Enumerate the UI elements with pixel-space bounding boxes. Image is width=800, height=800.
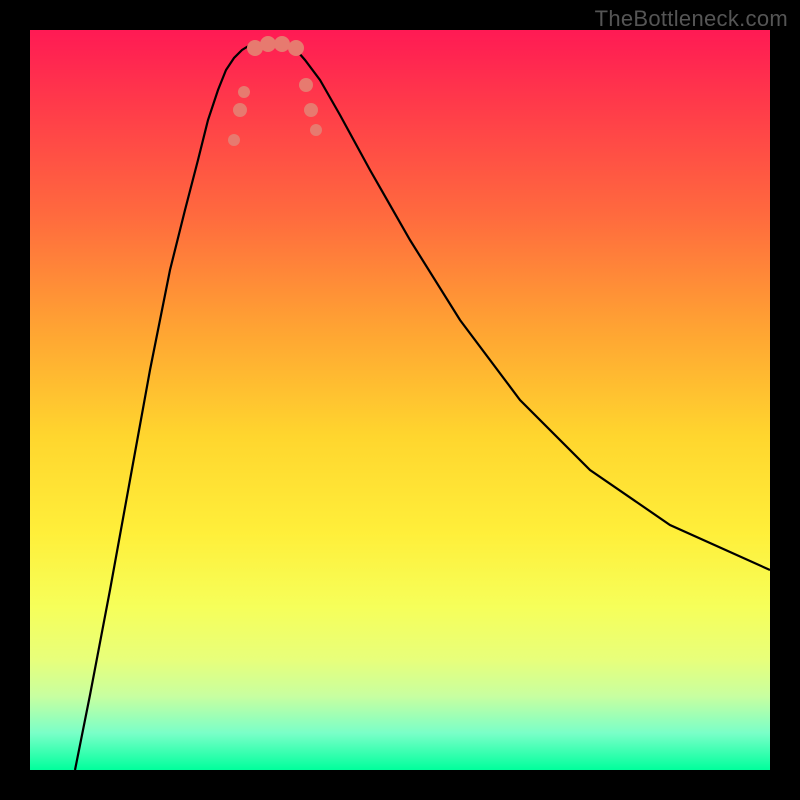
- data-marker: [299, 78, 313, 92]
- data-marker: [233, 103, 247, 117]
- data-marker: [274, 36, 290, 52]
- chart-area: [30, 30, 770, 770]
- data-marker: [238, 86, 250, 98]
- chart-svg: [30, 30, 770, 770]
- data-marker: [260, 36, 276, 52]
- data-marker: [304, 103, 318, 117]
- curve-right: [292, 45, 770, 570]
- data-marker: [310, 124, 322, 136]
- curve-left: [75, 45, 250, 770]
- watermark-text: TheBottleneck.com: [595, 6, 788, 32]
- markers-group: [228, 36, 322, 146]
- data-marker: [288, 40, 304, 56]
- data-marker: [228, 134, 240, 146]
